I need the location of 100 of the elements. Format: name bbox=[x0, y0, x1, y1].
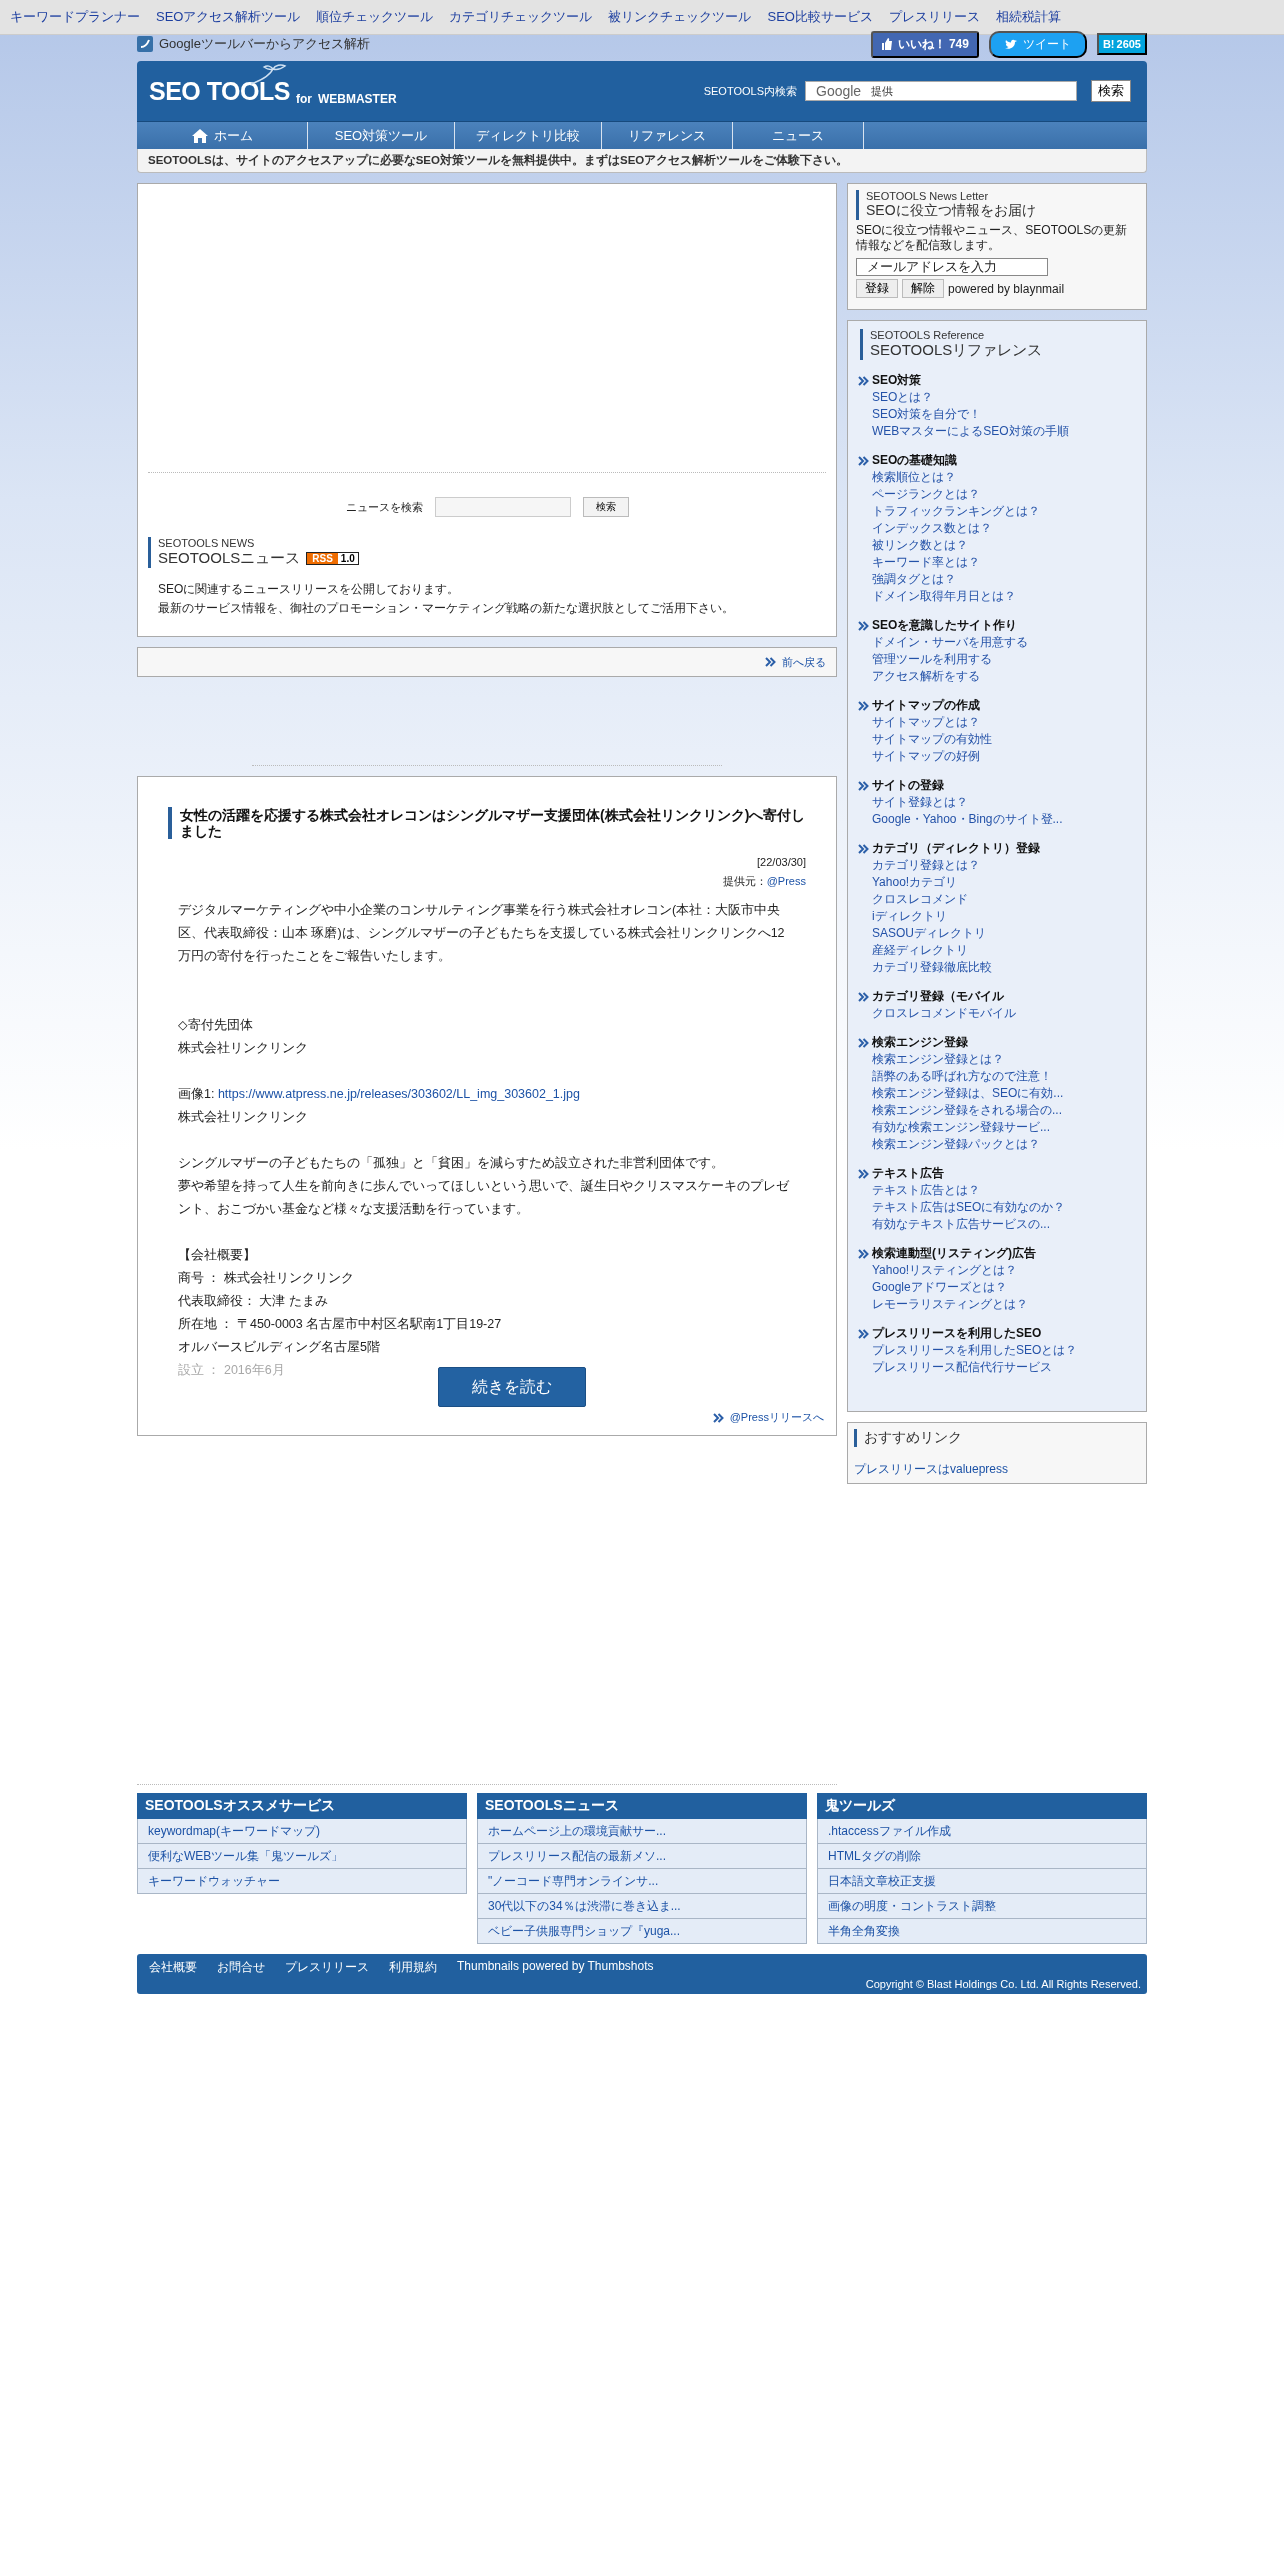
reference-link[interactable]: プレスリリース配信代行サービス bbox=[872, 1359, 1136, 1376]
chevron-icon bbox=[858, 843, 869, 854]
top-link[interactable]: 被リンクチェックツール bbox=[608, 8, 752, 26]
reference-link[interactable]: ページランクとは？ bbox=[872, 486, 1136, 503]
reference-link[interactable]: Yahoo!リスティングとは？ bbox=[872, 1262, 1136, 1279]
reference-link[interactable]: 語弊のある呼ばれ方なので注意！ bbox=[872, 1068, 1136, 1085]
rss-badge[interactable]: RSS 1.0 bbox=[306, 552, 359, 565]
article-text: ◇寄付先団体 bbox=[178, 1017, 254, 1034]
top-link[interactable]: プレスリリース bbox=[888, 8, 980, 26]
top-link[interactable]: カテゴリチェックツール bbox=[449, 8, 593, 26]
footer-link[interactable]: ベビー子供服専門ショップ『yuga... bbox=[477, 1919, 807, 1944]
reference-link[interactable]: Google・Yahoo・Bingのサイト登... bbox=[872, 811, 1136, 828]
reference-link[interactable]: サイトマップの好例 bbox=[872, 748, 1136, 765]
chevron-icon bbox=[858, 1248, 869, 1259]
toolbar-link[interactable]: Googleツールバーからアクセス解析 bbox=[137, 35, 370, 53]
search-field[interactable]: Google 提供 bbox=[805, 81, 1077, 101]
footer-link[interactable]: キーワードウォッチャー bbox=[137, 1869, 467, 1894]
reference-link[interactable]: 有効なテキスト広告サービスの... bbox=[872, 1216, 1136, 1233]
top-link[interactable]: SEO比較サービス bbox=[767, 8, 873, 26]
reference-link[interactable]: サイト登録とは？ bbox=[872, 794, 1136, 811]
back-link[interactable]: 前へ戻る bbox=[782, 654, 826, 670]
footer-link[interactable]: 半角全角変換 bbox=[817, 1919, 1147, 1944]
footer-link[interactable]: 便利なWEBツール集「鬼ツールズ」 bbox=[137, 1844, 467, 1869]
search-label: SEOTOOLS内検索 bbox=[703, 83, 797, 99]
reference-link[interactable]: 管理ツールを利用する bbox=[872, 651, 1136, 668]
reference-link[interactable]: サイトマップとは？ bbox=[872, 714, 1136, 731]
top-link[interactable]: SEOアクセス解析ツール bbox=[156, 8, 301, 26]
source-link[interactable]: @Press bbox=[766, 875, 806, 887]
footer-bar-link[interactable]: お問合せ bbox=[217, 1959, 265, 1976]
chevron-icon bbox=[858, 700, 869, 711]
reference-link[interactable]: Yahoo!カテゴリ bbox=[872, 874, 1136, 891]
reference-link[interactable]: アクセス解析をする bbox=[872, 668, 1136, 685]
group-heading: カテゴリ登録（モバイル bbox=[872, 988, 1004, 1005]
reference-link[interactable]: レモーラリスティングとは？ bbox=[872, 1296, 1136, 1313]
newsletter-button[interactable]: 登録 bbox=[856, 279, 898, 298]
reference-link[interactable]: Googleアドワーズとは？ bbox=[872, 1279, 1136, 1296]
group-heading: SEOの基礎知識 bbox=[872, 452, 958, 469]
search-button[interactable]: 検索 bbox=[1091, 80, 1131, 102]
reference-link[interactable]: ドメイン・サーバを用意する bbox=[872, 634, 1136, 651]
reference-link[interactable]: 検索エンジン登録パックとは？ bbox=[872, 1136, 1136, 1153]
reference-link[interactable]: 検索エンジン登録は、SEOに有効... bbox=[872, 1085, 1136, 1102]
release-link[interactable]: @Pressリリースへ bbox=[729, 1410, 824, 1425]
chevron-icon bbox=[858, 991, 869, 1002]
footer-link[interactable]: 画像の明度・コントラスト調整 bbox=[817, 1894, 1147, 1919]
reference-link[interactable]: サイトマップの有効性 bbox=[872, 731, 1136, 748]
footer-bar-link[interactable]: 利用規約 bbox=[389, 1959, 437, 1976]
reference-link[interactable]: カテゴリ登録徹底比較 bbox=[872, 959, 1136, 976]
copyright: Copyright © Blast Holdings Co. Ltd. All Rights Reserved. bbox=[865, 1978, 1141, 1990]
newsletter-button[interactable]: 解除 bbox=[902, 279, 944, 298]
chevron-icon bbox=[712, 1412, 724, 1423]
reference-link[interactable]: 強調タグとは？ bbox=[872, 571, 1136, 588]
reference-link[interactable]: WEBマスターによるSEO対策の手順 bbox=[872, 423, 1136, 440]
email-field[interactable]: メールアドレスを入力 bbox=[856, 258, 1048, 276]
reference-link[interactable]: SEOとは？ bbox=[872, 389, 1136, 406]
reference-link[interactable]: テキスト広告はSEOに有効なのか？ bbox=[872, 1199, 1136, 1216]
section-title: SEOTOOLSニュース bbox=[158, 549, 301, 568]
footer-link[interactable]: HTMLタグの削除 bbox=[817, 1844, 1147, 1869]
read-more-button[interactable]: 続きを読む bbox=[438, 1367, 586, 1407]
reference-link[interactable]: 検索エンジン登録とは？ bbox=[872, 1051, 1136, 1068]
section-title: SEOに役立つ情報をお届け bbox=[866, 202, 1037, 220]
logo-title[interactable]: SEO TOOLS bbox=[149, 76, 290, 106]
reference-link[interactable]: インデックス数とは？ bbox=[872, 520, 1136, 537]
section-subtitle: SEOTOOLS NEWS bbox=[158, 537, 256, 549]
like-button[interactable]: いいね！ 749 bbox=[870, 30, 979, 58]
reference-link[interactable]: カテゴリ登録とは？ bbox=[872, 857, 1136, 874]
footer-link[interactable]: 30代以下の34％は渋滞に巻き込ま... bbox=[477, 1894, 807, 1919]
search-button[interactable]: 検索 bbox=[582, 497, 629, 517]
footer-link[interactable]: .htaccessファイル作成 bbox=[817, 1819, 1147, 1844]
top-link[interactable]: キーワードプランナー bbox=[10, 8, 140, 26]
reference-link[interactable]: クロスレコメンドモバイル bbox=[872, 1005, 1136, 1022]
news-search-field[interactable] bbox=[434, 497, 571, 517]
top-link[interactable]: 相続税計算 bbox=[995, 8, 1061, 26]
recommended-link[interactable]: プレスリリースはvaluepress bbox=[854, 1461, 1140, 1478]
reference-link[interactable]: 検索エンジン登録をされる場合の... bbox=[872, 1102, 1136, 1119]
reference-link[interactable]: クロスレコメンド bbox=[872, 891, 1136, 908]
group-heading: プレスリリースを利用したSEO bbox=[872, 1325, 1042, 1342]
footer-link[interactable]: "ノーコード専門オンラインサ... bbox=[477, 1869, 807, 1894]
source-label: 提供元： bbox=[722, 875, 767, 887]
footer-link[interactable]: keywordmap(キーワードマップ) bbox=[137, 1819, 467, 1844]
reference-link[interactable]: iディレクトリ bbox=[872, 908, 1136, 925]
footer-bar-link[interactable]: 会社概要 bbox=[149, 1959, 197, 1976]
reference-link[interactable]: ドメイン取得年月日とは？ bbox=[872, 588, 1136, 605]
reference-link[interactable]: 有効な検索エンジン登録サービ... bbox=[872, 1119, 1136, 1136]
footer-box-title: 鬼ツールズ bbox=[817, 1793, 1147, 1819]
reference-link[interactable]: プレスリリースを利用したSEOとは？ bbox=[872, 1342, 1136, 1359]
reference-link[interactable]: 産経ディレクトリ bbox=[872, 942, 1136, 959]
footer-bar-link[interactable]: プレスリリース bbox=[285, 1959, 369, 1976]
reference-link[interactable]: 被リンク数とは？ bbox=[872, 537, 1136, 554]
chevron-icon bbox=[765, 657, 776, 667]
footer-link[interactable]: ホームページ上の環境貢献サー... bbox=[477, 1819, 807, 1844]
reference-link[interactable]: キーワード率とは？ bbox=[872, 554, 1136, 571]
top-link[interactable]: 順位チェックツール bbox=[316, 8, 434, 26]
footer-link[interactable]: プレスリリース配信の最新メソ... bbox=[477, 1844, 807, 1869]
reference-link[interactable]: SEO対策を自分で！ bbox=[872, 406, 1136, 423]
reference-link[interactable]: SASOUディレクトリ bbox=[872, 925, 1136, 942]
reference-link[interactable]: テキスト広告とは？ bbox=[872, 1182, 1136, 1199]
reference-link[interactable]: 検索順位とは？ bbox=[872, 469, 1136, 486]
footer-link[interactable]: 日本語文章校正支援 bbox=[817, 1869, 1147, 1894]
image-link[interactable]: https://www.atpress.ne.jp/releases/303602/LL_img_303602_1.jpg bbox=[217, 1087, 580, 1101]
reference-link[interactable]: トラフィックランキングとは？ bbox=[872, 503, 1136, 520]
